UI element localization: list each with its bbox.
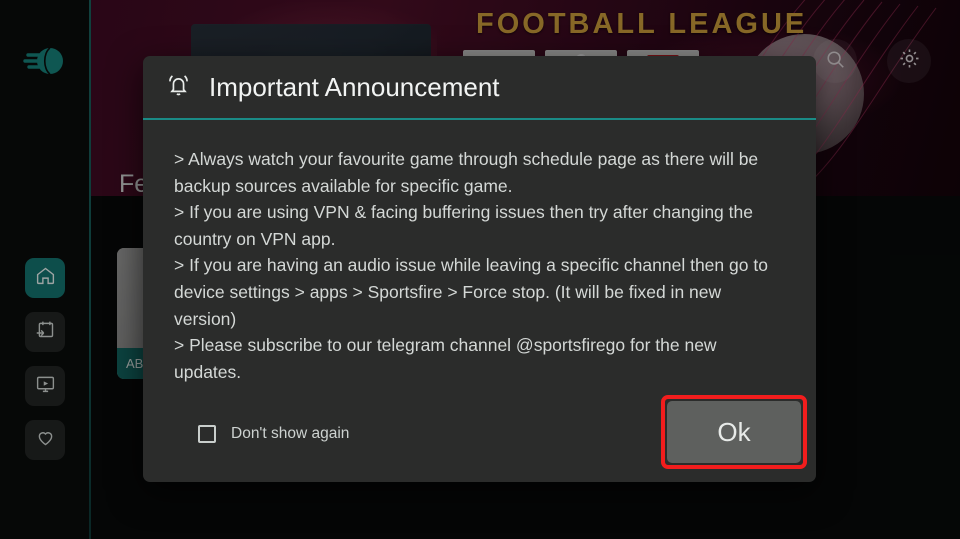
ok-button[interactable]: Ok <box>667 401 801 463</box>
dont-show-again-checkbox[interactable] <box>198 425 216 443</box>
ok-button-focus-ring: Ok <box>661 395 807 469</box>
dialog-body-text: > Always watch your favourite game throu… <box>174 149 768 382</box>
dont-show-again-row[interactable]: Don't show again <box>198 425 349 443</box>
announcement-dialog: Important Announcement > Always watch yo… <box>143 56 816 482</box>
bell-icon <box>165 71 192 103</box>
dont-show-again-label: Don't show again <box>231 425 350 442</box>
app-root: FOOTBALL LEAGUE AB Important Announcemen… <box>0 0 960 539</box>
dialog-header: Important Announcement <box>143 56 816 118</box>
dialog-title: Important Announcement <box>209 71 500 102</box>
dialog-footer: Don't show again Ok <box>143 386 816 482</box>
